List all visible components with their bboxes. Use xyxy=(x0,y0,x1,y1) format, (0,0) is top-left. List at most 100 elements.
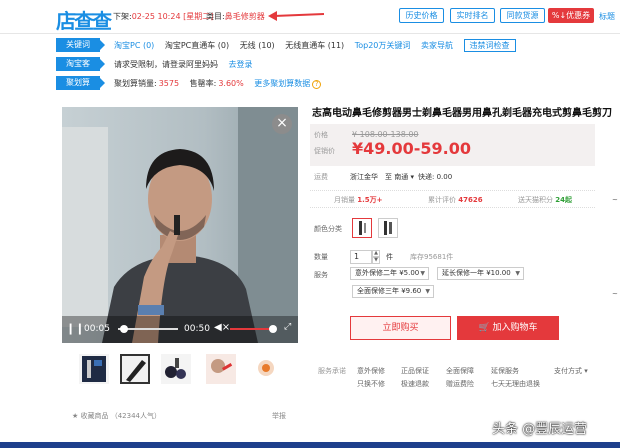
delist-time-value: 02-25 10:24 [星期二] xyxy=(131,12,214,21)
kw-taobao-pc-ztc[interactable]: 淘宝PC直通车 (0) xyxy=(165,41,229,50)
category-prefix: 类目: xyxy=(206,12,225,21)
points-label: 送天猫积分 xyxy=(518,196,553,204)
video-progress-handle[interactable] xyxy=(120,325,128,333)
right-sidebar-edge-2: ~ xyxy=(612,290,618,298)
original-price: ¥ 108.00-138.00 xyxy=(352,130,419,139)
keyword-label: 关键词 xyxy=(56,38,105,52)
stock-count: 库存95681件 xyxy=(410,253,454,261)
juhuasuan-row: 聚划算 聚划算销量: 3575 售罄率: 3.60% 更多聚划算数据? xyxy=(56,76,620,92)
jhs-sales-label: 聚划算销量: xyxy=(114,79,157,88)
service-accident-2y-text: 意外保修二年 ¥5.00 xyxy=(355,269,420,277)
footer-strip xyxy=(0,442,620,448)
thumb-box-image xyxy=(82,356,106,382)
service-full-3y[interactable]: 全面保修三年 ¥9.60 ▼ xyxy=(352,285,434,298)
monthly-sales-value: 1.5万+ xyxy=(357,196,383,204)
realtime-rank-button[interactable]: 实时排名 xyxy=(450,8,495,23)
report-link[interactable]: 举报 xyxy=(272,411,286,421)
thumb-accessories-image xyxy=(165,358,186,379)
delist-prefix: 下架: xyxy=(113,12,132,21)
promise-full[interactable]: 全面保障 xyxy=(446,366,474,376)
thumbnail-3[interactable] xyxy=(161,354,191,384)
history-price-button[interactable]: 历史价格 xyxy=(399,8,444,23)
price-label: 价格 xyxy=(314,131,328,139)
ship-to-select[interactable]: 至 南通 ▾ xyxy=(385,172,414,182)
delist-time: 下架:02-25 10:24 [星期二] xyxy=(113,11,213,22)
volume-icon[interactable]: ◀× xyxy=(214,322,230,333)
payment-methods[interactable]: 支付方式 ▾ xyxy=(554,366,588,376)
service-accident-2y[interactable]: 意外保修二年 ¥5.00 ▼ xyxy=(350,267,429,280)
favorite-product[interactable]: ★ 收藏商品 （42344人气） xyxy=(72,411,161,421)
shipping-fee: 快递: 0.00 xyxy=(418,173,453,181)
promise-7day-return[interactable]: 七天无理由退换 xyxy=(491,379,540,389)
total-reviews[interactable]: 累计评价 47626 xyxy=(428,195,483,205)
promise-extended[interactable]: 延保服务 xyxy=(491,366,519,376)
jhs-rate-value: 3.60% xyxy=(218,79,244,88)
jhs-sales-value: 3575 xyxy=(158,79,180,88)
promise-shipping-insurance[interactable]: 赠运费险 xyxy=(446,379,474,389)
video-current-time: 00:05 xyxy=(84,324,110,334)
service-extend-1y[interactable]: 延长保修一年 ¥10.00 ▼ xyxy=(437,267,524,280)
same-source-button[interactable]: 同款货源 xyxy=(500,8,545,23)
quantity-input[interactable]: 1 xyxy=(350,250,372,264)
thumbnail-4[interactable] xyxy=(206,354,236,384)
taoke-text: 请求受限制，请登录阿里妈妈 xyxy=(114,60,218,69)
promise-genuine[interactable]: 正品保证 xyxy=(401,366,429,376)
color-option-2[interactable] xyxy=(378,218,398,238)
thumb-trimmer-image xyxy=(122,356,148,382)
promise-refund[interactable]: 极速退款 xyxy=(401,379,429,389)
promise-replace[interactable]: 只换不修 xyxy=(357,379,385,389)
ship-from: 浙江金华 xyxy=(350,173,378,181)
service-extend-1y-text: 延长保修一年 ¥10.00 xyxy=(442,269,511,277)
add-to-cart-button[interactable]: 🛒 加入购物车 xyxy=(457,316,559,340)
thumbnail-2[interactable] xyxy=(120,354,150,384)
keyword-row: 关键词 淘宝PC (0) 淘宝PC直通车 (0) 无线 (10) 无线直通车 (… xyxy=(56,38,620,54)
category-info: 类目:鼻毛修剪器 xyxy=(206,11,265,22)
buy-now-button[interactable]: 立即购买 xyxy=(350,316,451,340)
promise-label: 服务承诺 xyxy=(318,367,346,375)
quantity-decrease[interactable]: ▼ xyxy=(372,257,380,264)
product-video[interactable] xyxy=(62,107,298,343)
thumb-usage-image xyxy=(206,354,236,384)
color-option-1[interactable] xyxy=(352,218,372,238)
monthly-sales: 月销量 1.5万+ xyxy=(334,195,383,205)
plugin-toolbar: 店查查 下架:02-25 10:24 [星期二] 类目:鼻毛修剪器 历史价格 实… xyxy=(0,0,620,34)
chevron-down-icon: ▼ xyxy=(515,270,520,277)
quantity-label: 数量 xyxy=(314,253,328,261)
kw-wireless[interactable]: 无线 (10) xyxy=(240,41,275,50)
video-duration: 00:50 xyxy=(184,324,210,334)
promo-price: ¥49.00-59.00 xyxy=(352,139,471,158)
kw-taobao-pc[interactable]: 淘宝PC (0) xyxy=(114,41,154,50)
right-sidebar-edge: ~ xyxy=(612,196,618,204)
jhs-more-link[interactable]: 更多聚划算数据 xyxy=(254,79,310,88)
kw-wireless-ztc[interactable]: 无线直通车 (11) xyxy=(285,41,344,50)
promo-price-label: 促销价 xyxy=(314,147,335,155)
reviews-value: 47626 xyxy=(458,196,483,204)
volume-slider[interactable] xyxy=(230,328,274,330)
color-option-1-image xyxy=(359,221,366,235)
thumbnail-5[interactable] xyxy=(251,354,281,384)
juhuasuan-label: 聚划算 xyxy=(56,76,105,90)
quantity-unit: 件 xyxy=(386,253,393,261)
jhs-rate-label: 售罄率: xyxy=(189,79,217,88)
monthly-sales-label: 月销量 xyxy=(334,196,355,204)
category-value: 鼻毛修剪器 xyxy=(224,12,265,21)
banned-word-check-button[interactable]: 违禁词检查 xyxy=(463,39,516,52)
kw-top20w[interactable]: Top20万关键词 xyxy=(355,41,411,50)
login-link[interactable]: 去登录 xyxy=(229,60,253,69)
fullscreen-icon[interactable]: ⤢ xyxy=(284,322,291,332)
shipping-label: 运费 xyxy=(314,173,328,181)
promise-accident[interactable]: 意外保修 xyxy=(357,366,385,376)
annotation-arrow-icon xyxy=(268,11,324,21)
title-tab-edge[interactable]: 标题 xyxy=(599,11,615,22)
help-icon[interactable]: ? xyxy=(312,80,322,89)
taoke-row: 淘宝客 请求受限制，请登录阿里妈妈 去登录 xyxy=(56,57,620,73)
chevron-down-icon: ▼ xyxy=(425,288,430,295)
coupon-button[interactable]: %↓优惠券 xyxy=(548,8,594,23)
kw-seller-nav[interactable]: 卖家导航 xyxy=(421,41,453,50)
thumbnail-1[interactable] xyxy=(79,354,109,384)
quantity-increase[interactable]: ▲ xyxy=(372,250,380,257)
pause-icon[interactable]: ❙❙ xyxy=(66,322,84,335)
tmall-points: 送天猫积分 24起 xyxy=(518,195,572,205)
close-video-button[interactable]: × xyxy=(272,114,292,134)
chevron-down-icon: ▼ xyxy=(420,270,425,277)
